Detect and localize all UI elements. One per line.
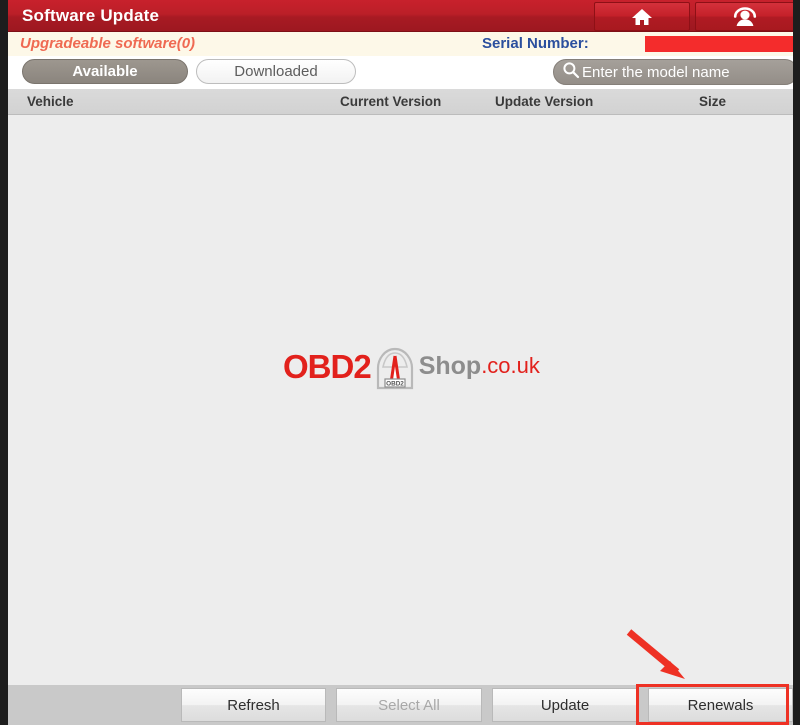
bottom-action-bar: Refresh Select All Update Renewals: [8, 685, 793, 725]
renewals-button[interactable]: Renewals: [648, 688, 793, 722]
select-all-button: Select All: [336, 688, 482, 722]
search-icon: [562, 61, 580, 84]
column-header-vehicle[interactable]: Vehicle: [27, 89, 74, 114]
support-button[interactable]: [695, 2, 795, 31]
tab-downloaded-label: Downloaded: [234, 63, 318, 80]
user-headset-icon: [732, 6, 758, 27]
tab-available-label: Available: [72, 63, 138, 80]
home-button[interactable]: [594, 2, 690, 31]
title-bar: Software Update: [8, 0, 795, 32]
tab-downloaded[interactable]: Downloaded: [196, 59, 356, 84]
software-update-window: Software Update Upgradeable software(0) …: [0, 0, 800, 725]
page-title: Software Update: [22, 6, 160, 25]
tab-available[interactable]: Available: [22, 59, 188, 84]
info-strip: Upgradeable software(0) Serial Number:: [8, 32, 796, 56]
device-bezel-left: [0, 0, 8, 725]
software-list-area[interactable]: [8, 115, 793, 685]
column-header-update-version[interactable]: Update Version: [495, 89, 593, 114]
column-header-current-version[interactable]: Current Version: [340, 89, 441, 114]
update-button[interactable]: Update: [492, 688, 638, 722]
upgradeable-software-count: Upgradeable software(0): [20, 35, 196, 52]
table-header-row: Vehicle Current Version Update Version S…: [8, 89, 793, 115]
column-header-size[interactable]: Size: [699, 89, 726, 114]
serial-number-label: Serial Number:: [482, 35, 589, 52]
home-icon: [631, 7, 653, 27]
toolbar: Available Downloaded Enter the model nam…: [8, 56, 798, 89]
search-input[interactable]: Enter the model name: [553, 59, 798, 85]
refresh-button-label: Refresh: [227, 696, 280, 714]
update-button-label: Update: [540, 696, 590, 714]
device-bezel-right: [793, 0, 800, 725]
search-placeholder-text: Enter the model name: [582, 63, 730, 81]
select-all-button-label: Select All: [378, 696, 440, 714]
refresh-button[interactable]: Refresh: [181, 688, 326, 722]
serial-number-redaction-bar: [645, 36, 796, 52]
renewals-button-label: Renewals: [687, 696, 754, 714]
